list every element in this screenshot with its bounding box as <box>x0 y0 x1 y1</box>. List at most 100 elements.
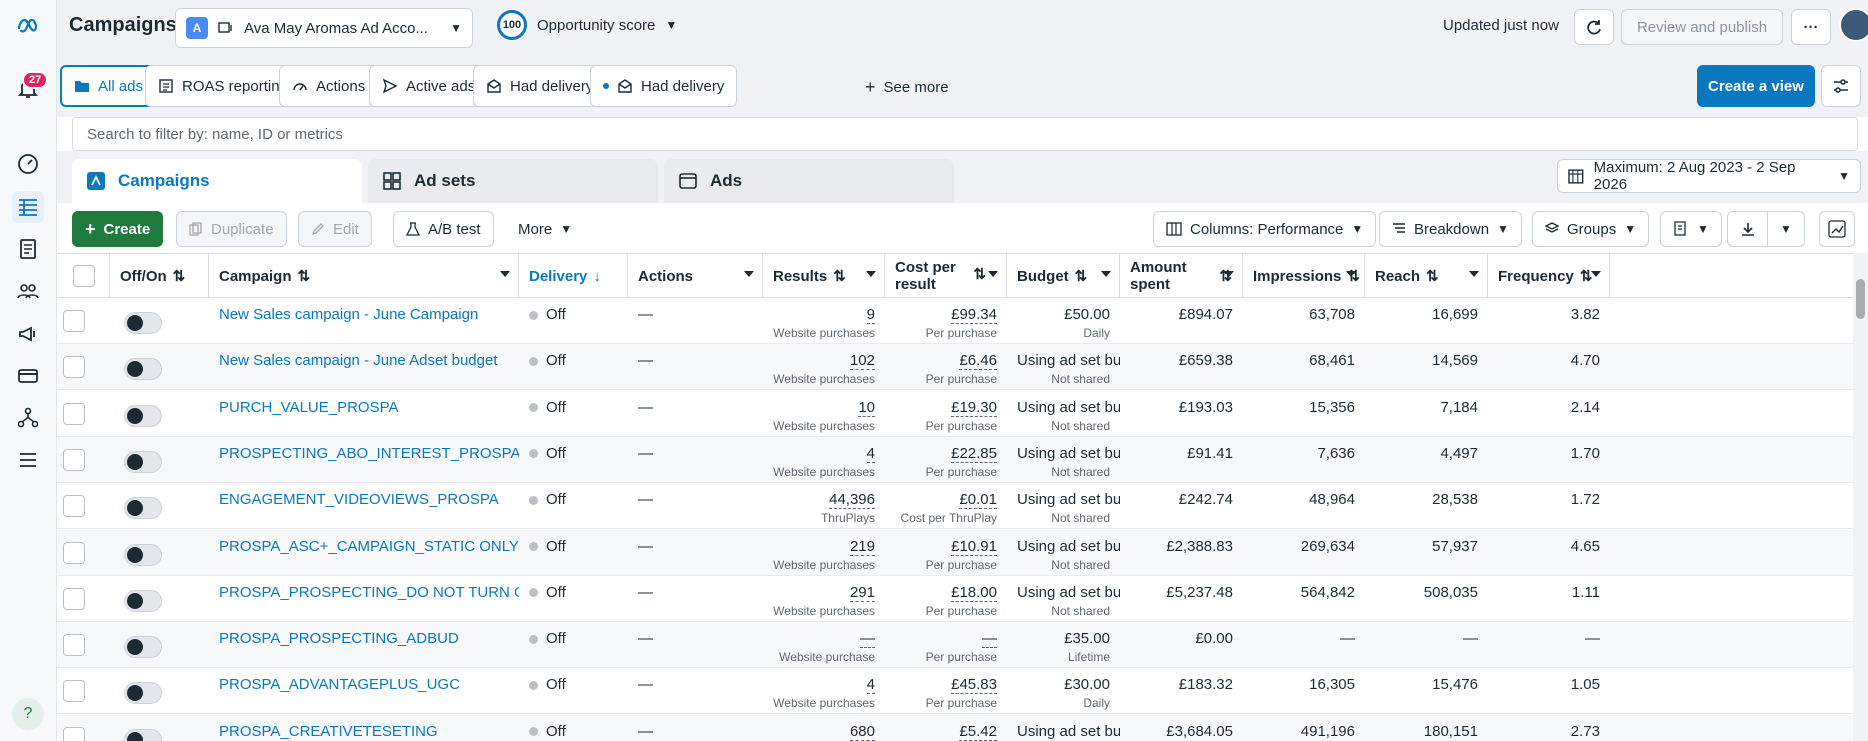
campaign-toggle[interactable] <box>124 497 162 520</box>
row-checkbox[interactable] <box>63 448 85 471</box>
table-row[interactable]: PURCH_VALUE_PROSPA Off — 10 Website purchase… <box>57 391 1853 437</box>
groups-selector[interactable]: Groups ▼ <box>1532 211 1650 247</box>
col-campaign[interactable]: Campaign ⇅ <box>209 254 519 298</box>
view-all-ads[interactable]: All ads <box>60 65 158 107</box>
campaign-name-link[interactable]: PROSPA_PROSPECTING_ADBUD <box>219 630 509 647</box>
col-budget[interactable]: Budget ⇅ <box>1007 254 1120 298</box>
vertical-scrollbar[interactable] <box>1853 253 1868 741</box>
campaign-toggle[interactable] <box>124 358 162 381</box>
tab-ad-sets[interactable]: Ad sets <box>368 159 658 203</box>
campaign-toggle[interactable] <box>124 589 162 612</box>
user-avatar[interactable] <box>1839 8 1868 42</box>
row-checkbox[interactable] <box>63 402 85 425</box>
audiences-icon[interactable] <box>12 275 44 307</box>
business-structure-icon[interactable] <box>12 402 44 434</box>
column-menu-caret[interactable] <box>1346 271 1356 277</box>
row-checkbox[interactable] <box>63 356 85 379</box>
review-publish-button[interactable]: Review and publish <box>1621 9 1783 45</box>
more-options-button[interactable]: ··· <box>1791 9 1831 45</box>
columns-selector[interactable]: Columns: Performance ▼ <box>1153 211 1377 247</box>
reports-button[interactable]: ▼ <box>1660 211 1722 247</box>
campaign-name-link[interactable]: PURCH_VALUE_PROSPA <box>219 399 509 416</box>
campaign-name-link[interactable]: New Sales campaign - June Campaign <box>219 306 509 323</box>
table-row[interactable]: PROSPA_ASC+_CAMPAIGN_STATIC ONLY Off — 219 W… <box>57 529 1853 576</box>
tab-ads[interactable]: Ads <box>664 159 954 203</box>
column-menu-caret[interactable] <box>988 271 998 277</box>
menu-icon[interactable] <box>12 444 44 476</box>
campaign-toggle[interactable] <box>124 728 162 741</box>
ad-account-selector[interactable]: A Ava May Aromas Ad Acco... ▼ <box>175 8 473 48</box>
table-row[interactable]: PROSPA_CREATIVETESETING Off — 680 £5.42 Using… <box>57 714 1853 741</box>
date-range-picker[interactable]: Maximum: 2 Aug 2023 - 2 Sep 2026 ▼ <box>1557 159 1861 193</box>
campaign-toggle[interactable] <box>124 636 162 659</box>
column-menu-caret[interactable] <box>744 271 754 277</box>
col-delivery[interactable]: Delivery ↓ <box>519 254 628 298</box>
col-actions[interactable]: Actions <box>628 254 763 298</box>
edit-button[interactable]: Edit <box>298 211 372 247</box>
refresh-button[interactable] <box>1574 9 1614 45</box>
col-results[interactable]: Results ⇅ <box>763 254 885 298</box>
column-menu-caret[interactable] <box>866 271 876 277</box>
billing-card-icon[interactable] <box>12 360 44 392</box>
view-had-delivery-2[interactable]: Had delivery <box>590 65 738 107</box>
see-more-button[interactable]: + See more <box>865 77 949 98</box>
pages-icon[interactable] <box>12 233 44 265</box>
table-row[interactable]: PROSPECTING_ABO_INTEREST_PROSPA Off — 4 Webs… <box>57 436 1853 483</box>
campaign-name-link[interactable]: PROSPA_ASC+_CAMPAIGN_STATIC ONLY <box>219 538 519 555</box>
campaign-name-link[interactable]: ENGAGEMENT_VIDEOVIEWS_PROSPA <box>219 491 509 508</box>
col-amount-spent[interactable]: Amount spent ⇅ <box>1120 254 1243 298</box>
dashboard-icon[interactable] <box>12 148 44 180</box>
scrollbar-thumb[interactable] <box>1856 279 1865 319</box>
table-row[interactable]: New Sales campaign - June Campaign Off — 9 W… <box>57 298 1853 344</box>
megaphone-icon[interactable] <box>12 318 44 350</box>
search-filter-input[interactable]: Search to filter by: name, ID or metrics <box>72 117 1858 151</box>
create-button[interactable]: + Create <box>72 211 164 247</box>
table-row[interactable]: PROSPA_PROSPECTING_ADBUD Off — — Website pur… <box>57 622 1853 669</box>
col-cost-per-result[interactable]: Cost per result ⇅ <box>885 254 1007 298</box>
view-had-delivery[interactable]: Had delivery <box>473 65 607 107</box>
tab-campaigns[interactable]: Campaigns <box>72 159 362 203</box>
view-roas-reporting[interactable]: ROAS reporting <box>145 65 301 107</box>
row-checkbox[interactable] <box>63 587 85 610</box>
ab-test-button[interactable]: A/B test <box>393 211 494 247</box>
campaign-name-link[interactable]: PROSPA_PROSPECTING_DO NOT TURN ON H... <box>219 584 519 601</box>
table-row[interactable]: New Sales campaign - June Adset budget Of… <box>57 344 1853 391</box>
campaign-name-link[interactable]: PROSPECTING_ABO_INTEREST_PROSPA <box>219 445 519 462</box>
meta-logo-icon[interactable] <box>12 10 44 42</box>
column-menu-caret[interactable] <box>1224 271 1234 277</box>
table-row[interactable]: ENGAGEMENT_VIDEOVIEWS_PROSPA Off — 44,396 Th… <box>57 483 1853 530</box>
campaign-toggle[interactable] <box>124 543 162 566</box>
campaign-name-link[interactable]: PROSPA_ADVANTAGEPLUS_UGC <box>219 676 509 693</box>
row-checkbox[interactable] <box>63 541 85 564</box>
col-frequency[interactable]: Frequency ⇅ <box>1488 254 1610 298</box>
view-active-ads[interactable]: Active ads <box>369 65 489 107</box>
help-icon[interactable]: ? <box>12 698 44 730</box>
charts-button[interactable] <box>1819 211 1855 247</box>
more-actions-button[interactable]: More ▼ <box>505 211 586 247</box>
col-impressions[interactable]: Impressions ⇅ <box>1243 254 1365 298</box>
export-options-button[interactable]: ▼ <box>1767 211 1805 247</box>
campaign-name-link[interactable]: New Sales campaign - June Adset budget <box>219 352 509 369</box>
row-checkbox[interactable] <box>63 726 85 741</box>
row-checkbox[interactable] <box>63 680 85 703</box>
col-reach[interactable]: Reach ⇅ <box>1365 254 1488 298</box>
campaign-toggle[interactable] <box>124 312 162 334</box>
row-checkbox[interactable] <box>63 495 85 518</box>
col-offon[interactable]: Off/On ⇅ <box>110 254 209 298</box>
select-all-checkbox[interactable] <box>73 265 95 287</box>
duplicate-button[interactable]: Duplicate <box>176 211 287 247</box>
ads-manager-table-icon[interactable] <box>12 191 44 223</box>
campaign-toggle[interactable] <box>124 450 162 473</box>
campaign-toggle[interactable] <box>124 682 162 705</box>
export-button[interactable] <box>1727 211 1769 247</box>
table-row[interactable]: PROSPA_PROSPECTING_DO NOT TURN ON H... Of… <box>57 576 1853 622</box>
campaign-name-link[interactable]: PROSPA_CREATIVETESETING <box>219 723 509 740</box>
column-menu-caret[interactable] <box>1101 271 1111 277</box>
column-menu-caret[interactable] <box>1469 271 1479 277</box>
table-row[interactable]: PROSPA_ADVANTAGEPLUS_UGC Off — 4 Website pur… <box>57 668 1853 715</box>
view-settings-button[interactable] <box>1821 65 1861 107</box>
create-view-button[interactable]: Create a view <box>1697 65 1815 107</box>
breakdown-selector[interactable]: Breakdown ▼ <box>1379 211 1522 247</box>
view-actions[interactable]: Actions <box>279 65 379 107</box>
row-checkbox[interactable] <box>63 310 85 332</box>
